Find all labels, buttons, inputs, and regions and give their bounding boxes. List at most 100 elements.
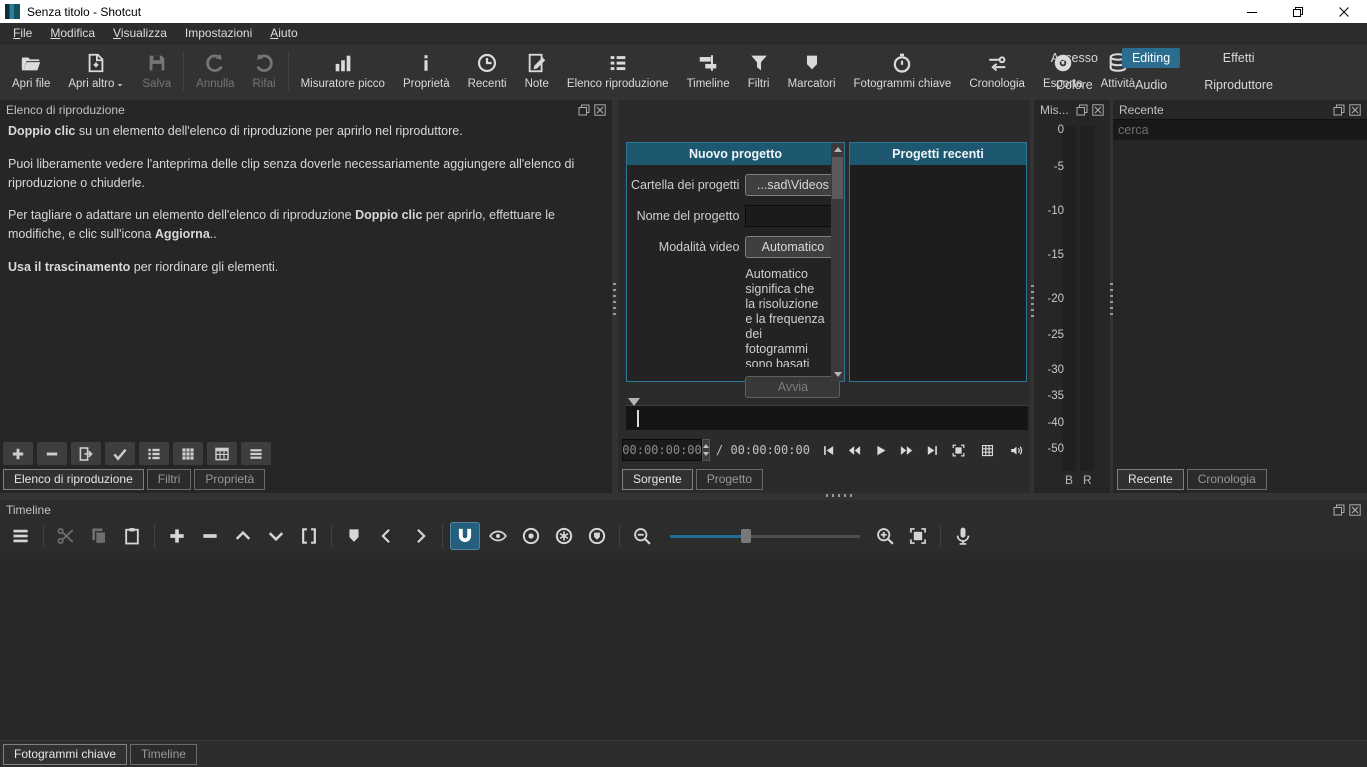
menu-aiuto[interactable]: Aiuto <box>261 24 306 42</box>
project-name-input[interactable] <box>745 205 841 227</box>
skip-end-button[interactable] <box>925 443 940 458</box>
open-other-button[interactable]: Apri altro <box>59 47 133 95</box>
slider-handle[interactable] <box>741 529 751 543</box>
skip-start-button[interactable] <box>821 443 836 458</box>
start-button[interactable]: Avvia <box>745 376 841 398</box>
video-mode-button[interactable]: Automatico <box>745 236 841 258</box>
ripple-button[interactable] <box>516 522 546 550</box>
search-input[interactable] <box>1113 119 1367 140</box>
snap-button[interactable] <box>450 522 480 550</box>
layout-audio-button[interactable]: Audio <box>1125 75 1177 95</box>
tab-project[interactable]: Progetto <box>695 469 764 490</box>
close-panel-icon[interactable] <box>1092 104 1104 116</box>
layout-effetti-button[interactable]: Effetti <box>1213 48 1265 68</box>
zoom-fit-button[interactable] <box>903 522 933 550</box>
layout-riproduttore-button[interactable]: Riproduttore <box>1194 75 1283 95</box>
tab-source[interactable]: Sorgente <box>622 469 693 490</box>
menu-file[interactable]: File <box>4 24 41 42</box>
playlist-append-button[interactable] <box>3 442 33 465</box>
zoom-out-button[interactable] <box>627 522 657 550</box>
markers-button[interactable]: Marcatori <box>779 47 845 95</box>
description-scrollbar[interactable] <box>831 143 844 381</box>
spin-down-icon[interactable] <box>703 452 709 456</box>
scroll-up-icon[interactable] <box>834 147 842 152</box>
float-panel-icon[interactable] <box>1333 504 1345 516</box>
volume-button[interactable] <box>1009 443 1024 458</box>
close-panel-icon[interactable] <box>1349 504 1361 516</box>
timeline-button[interactable]: Timeline <box>678 47 739 95</box>
playlist-menu-button[interactable] <box>241 442 271 465</box>
next-marker-button[interactable] <box>405 522 435 550</box>
lift-button[interactable] <box>228 522 258 550</box>
append-button[interactable] <box>162 522 192 550</box>
layout-accesso-button[interactable]: Accesso <box>1041 48 1108 68</box>
restore-button[interactable] <box>1275 0 1321 23</box>
view-table-button[interactable] <box>207 442 237 465</box>
splitter-handle[interactable] <box>1030 285 1034 317</box>
copy-button[interactable] <box>84 522 114 550</box>
timecode-field[interactable]: 00:00:00:00 <box>622 439 702 461</box>
menu-modifica[interactable]: Modifica <box>41 24 104 42</box>
tab-keyframes[interactable]: Fotogrammi chiave <box>3 743 128 765</box>
projects-folder-button[interactable]: ...sad\Videos <box>745 174 841 196</box>
layout-colore-button[interactable]: Colore <box>1046 75 1103 95</box>
prev-marker-button[interactable] <box>372 522 402 550</box>
grid-menu-button[interactable] <box>980 443 995 458</box>
view-details-button[interactable] <box>139 442 169 465</box>
ripple-markers-button[interactable] <box>582 522 612 550</box>
spin-up-icon[interactable] <box>703 444 709 448</box>
redo-button[interactable]: Rifai <box>244 47 285 95</box>
tab-recent[interactable]: Recente <box>1117 469 1184 490</box>
keyframes-button[interactable]: Fotogrammi chiave <box>845 47 961 95</box>
view-icons-button[interactable] <box>173 442 203 465</box>
overwrite-button[interactable] <box>261 522 291 550</box>
filters-button[interactable]: Filtri <box>739 47 779 95</box>
zoom-fit-menu-button[interactable] <box>951 443 966 458</box>
splitter-handle[interactable] <box>613 283 616 315</box>
save-button[interactable]: Salva <box>133 47 180 95</box>
float-panel-icon[interactable] <box>1333 104 1345 116</box>
recent-button[interactable]: Recenti <box>459 47 516 95</box>
tab-history[interactable]: Cronologia <box>1186 469 1267 490</box>
timeline-zoom-slider[interactable] <box>670 522 860 550</box>
menu-impostazioni[interactable]: Impostazioni <box>176 24 261 42</box>
float-panel-icon[interactable] <box>578 104 590 116</box>
tab-filters[interactable]: Filtri <box>146 469 192 490</box>
player-scrub-bar[interactable] <box>626 398 1028 430</box>
playlist-button[interactable]: Elenco riproduzione <box>558 47 678 95</box>
history-button[interactable]: Cronologia <box>960 47 1034 95</box>
close-panel-icon[interactable] <box>1349 104 1361 116</box>
play-button[interactable] <box>873 443 888 458</box>
splitter-handle[interactable] <box>826 494 856 497</box>
peak-meter-button[interactable]: Misuratore picco <box>292 47 394 95</box>
undo-button[interactable]: Annulla <box>187 47 243 95</box>
timeline-menu-button[interactable] <box>6 522 36 550</box>
split-button[interactable] <box>294 522 324 550</box>
playlist-open-as-clip-button[interactable] <box>71 442 101 465</box>
paste-button[interactable] <box>117 522 147 550</box>
notes-button[interactable]: Note <box>516 47 558 95</box>
playlist-remove-button[interactable] <box>37 442 67 465</box>
rewind-button[interactable] <box>847 443 862 458</box>
layout-editing-button[interactable]: Editing <box>1121 48 1181 68</box>
ripple-delete-button[interactable] <box>195 522 225 550</box>
scrollbar-thumb[interactable] <box>832 157 843 199</box>
ripple-all-tracks-button[interactable] <box>549 522 579 550</box>
minimize-button[interactable] <box>1229 0 1275 23</box>
tab-playlist[interactable]: Elenco di riproduzione <box>3 469 144 490</box>
open-file-button[interactable]: Apri file <box>3 47 59 95</box>
menu-visualizza[interactable]: Visualizza <box>104 24 176 42</box>
properties-button[interactable]: Proprietà <box>394 47 459 95</box>
scrub-while-dragging-button[interactable] <box>483 522 513 550</box>
playhead-cursor[interactable] <box>637 410 639 427</box>
cut-button[interactable] <box>51 522 81 550</box>
zoom-in-button[interactable] <box>870 522 900 550</box>
timecode-spinner[interactable] <box>702 439 710 461</box>
scroll-down-icon[interactable] <box>834 372 842 377</box>
playlist-update-button[interactable] <box>105 442 135 465</box>
tab-properties[interactable]: Proprietà <box>194 469 266 490</box>
close-panel-icon[interactable] <box>594 104 606 116</box>
splitter-handle[interactable] <box>1110 283 1113 315</box>
record-audio-button[interactable] <box>948 522 978 550</box>
close-button[interactable] <box>1321 0 1367 23</box>
